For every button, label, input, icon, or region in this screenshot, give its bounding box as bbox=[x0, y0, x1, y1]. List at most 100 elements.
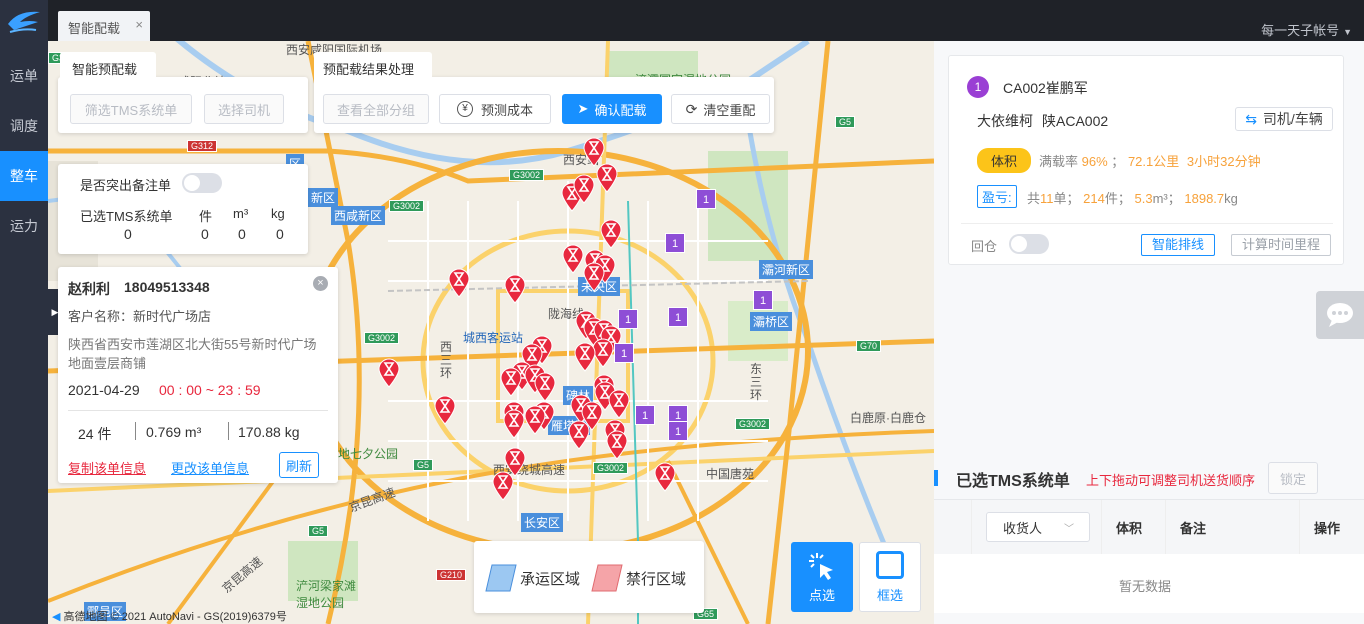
return-toggle[interactable] bbox=[1009, 234, 1049, 254]
delivery-marker[interactable] bbox=[573, 174, 595, 204]
close-icon[interactable]: × bbox=[135, 17, 143, 32]
cluster-marker[interactable]: 1 bbox=[614, 343, 634, 363]
road-badge: G3002 bbox=[389, 200, 425, 212]
smart-route-button[interactable]: 智能排线 bbox=[1141, 234, 1216, 256]
forbidden-area-label: 禁行区域 bbox=[626, 571, 687, 588]
carrier-area-icon[interactable] bbox=[484, 563, 518, 593]
profit-tag[interactable]: 盈亏: bbox=[977, 185, 1017, 208]
confirm-loading-button[interactable]: ➤ 确认配载 bbox=[562, 94, 662, 124]
pieces-header: 件 bbox=[199, 209, 213, 224]
district-baqiao: 灞桥区 bbox=[750, 312, 793, 331]
delivery-marker[interactable] bbox=[574, 342, 596, 372]
cluster-marker[interactable]: 1 bbox=[618, 309, 638, 329]
delivery-marker[interactable] bbox=[654, 462, 676, 492]
return-label: 回仓 bbox=[971, 239, 998, 254]
orders-suffix: 单； bbox=[1053, 191, 1080, 206]
map-label-east-ring: 东三环 bbox=[750, 362, 763, 402]
forbidden-area-icon[interactable] bbox=[590, 563, 624, 593]
estimate-cost-label: 预测成本 bbox=[480, 102, 533, 118]
profit-tag-label: 盈亏 bbox=[982, 190, 1009, 205]
delivery-marker[interactable] bbox=[606, 430, 628, 460]
vehicle-card[interactable]: 1 CA002崔鹏军 大依维柯 陕ACA002 ⇆ 司机/车辆 体积 满载率 9… bbox=[948, 55, 1344, 265]
divider bbox=[228, 422, 229, 440]
yen-icon: ¥ bbox=[456, 101, 473, 117]
selected-orders-header: 已选TMS系统单 上下拖动可调整司机送货顺序 锁定 bbox=[934, 461, 1364, 495]
sidebar-item-dispatch[interactable]: 调度 bbox=[0, 101, 48, 151]
delivery-marker[interactable] bbox=[562, 244, 584, 274]
refresh-button[interactable]: 刷新 bbox=[279, 452, 319, 478]
divider bbox=[68, 410, 328, 411]
delivery-marker[interactable] bbox=[503, 409, 525, 439]
delivery-marker[interactable] bbox=[568, 420, 590, 450]
lock-button[interactable]: 锁定 bbox=[1268, 462, 1318, 494]
delivery-marker[interactable] bbox=[448, 268, 470, 298]
orders-prefix: 共 bbox=[1027, 191, 1041, 206]
popup-contact-name: 赵利利 bbox=[68, 281, 110, 297]
delivery-marker[interactable] bbox=[524, 405, 546, 435]
pieces-suffix: 件； bbox=[1104, 191, 1131, 206]
volume-header: 体积 bbox=[1102, 500, 1166, 554]
accent-bar bbox=[934, 470, 938, 486]
estimate-cost-button[interactable]: ¥ 预测成本 bbox=[439, 94, 551, 124]
popup-time-window: 00 : 00 ~ 23 : 59 bbox=[159, 382, 261, 398]
sidebar-item-waybill[interactable]: 运单 bbox=[0, 51, 48, 101]
sidebar-item-fullload[interactable]: 整车 bbox=[0, 151, 48, 201]
result-panel: 查看全部分组 ¥ 预测成本 ➤ 确认配载 ⟳ 清空重配 bbox=[314, 77, 774, 133]
box-select-icon bbox=[876, 551, 904, 579]
cluster-marker[interactable]: 1 bbox=[668, 421, 688, 441]
bird-logo-icon[interactable] bbox=[6, 6, 42, 36]
delivery-marker[interactable] bbox=[534, 372, 556, 402]
road-badge: G5 bbox=[308, 525, 329, 537]
chat-button[interactable] bbox=[1316, 291, 1364, 339]
map-label-chanhe-park: 浐河梁家滩湿地公园 bbox=[296, 579, 357, 610]
delivery-marker[interactable] bbox=[492, 471, 514, 501]
delivery-marker[interactable] bbox=[378, 358, 400, 388]
map-label-bus-station: 城西客运站 bbox=[463, 331, 524, 345]
delivery-marker[interactable] bbox=[500, 367, 522, 397]
volume-header: m³ bbox=[233, 206, 249, 221]
sidebar-item-capacity[interactable]: 运力 bbox=[0, 201, 48, 251]
filter-tms-button[interactable]: 筛选TMS系统单 bbox=[70, 94, 192, 124]
driver-vehicle-button[interactable]: ⇆ 司机/车辆 bbox=[1235, 107, 1333, 131]
point-select-button[interactable]: 点选 bbox=[791, 542, 853, 612]
weight-unit: kg bbox=[1224, 191, 1238, 206]
highlight-remark-toggle[interactable] bbox=[182, 173, 222, 193]
district-changan: 长安区 bbox=[521, 513, 564, 532]
account-menu[interactable]: 每一天子帐号 ▼ bbox=[1261, 20, 1352, 39]
delivery-marker[interactable] bbox=[504, 274, 526, 304]
edit-order-link[interactable]: 更改该单信息 bbox=[171, 458, 249, 477]
sep: ； bbox=[1111, 154, 1125, 169]
reset-label: 清空重配 bbox=[703, 102, 756, 118]
left-sidebar: 运单 调度 整车 运力 bbox=[0, 0, 48, 624]
summary-panel: 是否突出备注单 已选TMS系统单 件 m³ kg 0 0 0 0 bbox=[58, 164, 308, 254]
popup-contact-phone: 18049513348 bbox=[124, 279, 210, 295]
select-driver-button[interactable]: 选择司机 bbox=[204, 94, 284, 124]
close-icon[interactable]: × bbox=[313, 276, 328, 291]
orders-count: 11 bbox=[1040, 191, 1054, 206]
remark-header: 备注 bbox=[1166, 500, 1300, 554]
delivery-marker[interactable] bbox=[434, 395, 456, 425]
delivery-marker[interactable] bbox=[600, 219, 622, 249]
cluster-marker[interactable]: 1 bbox=[696, 189, 716, 209]
delivery-marker[interactable] bbox=[596, 163, 618, 193]
delivery-marker[interactable] bbox=[583, 262, 605, 292]
map-canvas[interactable]: 西安咸阳国际机场 浐灞国家湿地公园 咸阳北站 西安站 城西客运站 西咸新区 未央… bbox=[48, 41, 934, 624]
tab-smart-loading[interactable]: 智能配载 × bbox=[58, 11, 150, 41]
cluster-marker[interactable]: 1 bbox=[668, 307, 688, 327]
calc-time-button[interactable]: 计算时间里程 bbox=[1231, 234, 1332, 256]
delivery-marker[interactable] bbox=[608, 389, 630, 419]
load-rate-label: 满载率 bbox=[1039, 154, 1079, 169]
volume-value: 0 bbox=[238, 226, 246, 242]
box-select-button[interactable]: 框选 bbox=[859, 542, 921, 612]
copy-order-link[interactable]: 复制该单信息 bbox=[68, 458, 146, 477]
map-attribution: ◀ 高德地图 © 2021 AutoNavi - GS(2019)6379号 bbox=[52, 608, 287, 624]
cluster-marker[interactable]: 1 bbox=[635, 405, 655, 425]
receiver-select[interactable]: 收货人 ﹀ bbox=[986, 512, 1090, 542]
weight-value: 0 bbox=[276, 226, 284, 242]
view-all-groups-button[interactable]: 查看全部分组 bbox=[323, 94, 429, 124]
cluster-marker[interactable]: 1 bbox=[665, 233, 685, 253]
cluster-marker[interactable]: 1 bbox=[753, 290, 773, 310]
popup-date: 2021-04-29 bbox=[68, 382, 140, 398]
reset-button[interactable]: ⟳ 清空重配 bbox=[671, 94, 770, 124]
vehicle-plate: 陕ACA002 bbox=[1042, 113, 1109, 129]
